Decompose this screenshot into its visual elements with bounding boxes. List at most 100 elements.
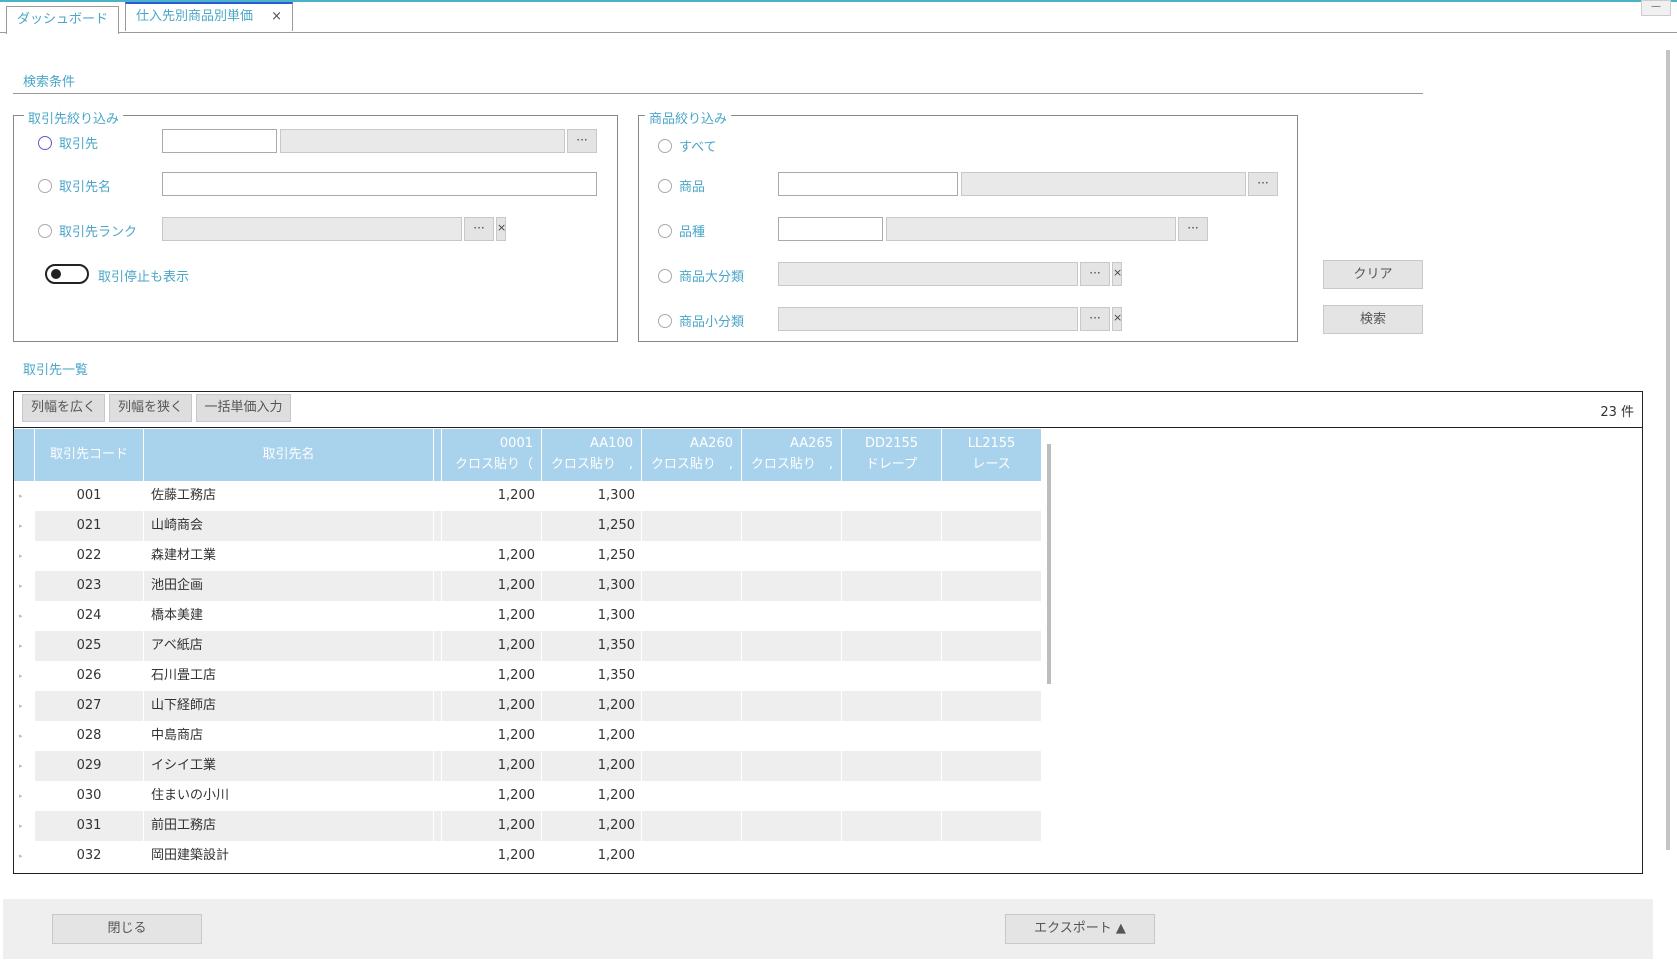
narrow-columns-button[interactable]: 列幅を狭く bbox=[109, 394, 192, 422]
cell-p2[interactable]: 1,350 bbox=[542, 631, 642, 661]
radio-minor-category[interactable]: 商品小分類 bbox=[658, 311, 744, 330]
cell-p4[interactable] bbox=[742, 511, 842, 541]
cell-p1[interactable]: 1,200 bbox=[442, 781, 542, 811]
cell-p5[interactable] bbox=[842, 751, 942, 781]
search-button[interactable]: 検索 bbox=[1323, 305, 1423, 334]
radio-supplier-rank-circle[interactable] bbox=[38, 223, 52, 238]
bulk-price-entry-button[interactable]: 一括単価入力 bbox=[196, 394, 291, 422]
cell-p5[interactable] bbox=[842, 511, 942, 541]
page-vertical-scrollbar[interactable] bbox=[1664, 40, 1672, 870]
cell-p1[interactable]: 1,200 bbox=[442, 631, 542, 661]
header-product-aa100[interactable]: AA100 クロス貼り , bbox=[542, 429, 642, 481]
cell-p3[interactable] bbox=[642, 541, 742, 571]
widen-columns-button[interactable]: 列幅を広く bbox=[22, 394, 105, 422]
cell-p5[interactable] bbox=[842, 661, 942, 691]
header-supplier-code[interactable]: 取引先コード bbox=[35, 429, 144, 481]
radio-supplier[interactable]: 取引先 bbox=[38, 133, 98, 152]
table-row[interactable]: ▸ 029 イシイ工業 1,200 1,200 bbox=[14, 751, 1042, 781]
cell-p4[interactable] bbox=[742, 721, 842, 751]
cell-p1[interactable]: 1,200 bbox=[442, 541, 542, 571]
table-row[interactable]: ▸ 026 石川畳工店 1,200 1,350 bbox=[14, 661, 1042, 691]
cell-p2[interactable]: 1,350 bbox=[542, 661, 642, 691]
cell-code[interactable]: 026 bbox=[35, 661, 144, 691]
cell-p1[interactable]: 1,200 bbox=[442, 691, 542, 721]
supplier-name-input[interactable] bbox=[162, 172, 597, 196]
supplier-rank-clear-button[interactable]: × bbox=[496, 217, 506, 241]
table-row[interactable]: ▸ 032 岡田建築設計 1,200 1,200 bbox=[14, 841, 1042, 871]
cell-name[interactable]: 住まいの小川 bbox=[144, 781, 434, 811]
cell-p6[interactable] bbox=[942, 571, 1042, 601]
table-row[interactable]: ▸ 027 山下経師店 1,200 1,200 bbox=[14, 691, 1042, 721]
cell-p1[interactable]: 1,200 bbox=[442, 601, 542, 631]
cell-p2[interactable]: 1,250 bbox=[542, 511, 642, 541]
cell-p4[interactable] bbox=[742, 841, 842, 871]
radio-all-circle[interactable] bbox=[658, 138, 672, 153]
cell-name[interactable]: イシイ工業 bbox=[144, 751, 434, 781]
cell-p5[interactable] bbox=[842, 811, 942, 841]
header-supplier-name[interactable]: 取引先名 bbox=[144, 429, 434, 481]
radio-minor-category-circle[interactable] bbox=[658, 313, 672, 328]
major-category-lookup-button[interactable]: ··· bbox=[1080, 262, 1110, 286]
product-code-input[interactable] bbox=[778, 172, 958, 196]
table-row[interactable]: ▸ 022 森建材工業 1,200 1,250 bbox=[14, 541, 1042, 571]
table-row[interactable]: ▸ 021 山崎商会 1,250 bbox=[14, 511, 1042, 541]
cell-p6[interactable] bbox=[942, 541, 1042, 571]
cell-code[interactable]: 028 bbox=[35, 721, 144, 751]
cell-p6[interactable] bbox=[942, 751, 1042, 781]
cell-p6[interactable] bbox=[942, 811, 1042, 841]
cell-p5[interactable] bbox=[842, 571, 942, 601]
cell-code[interactable]: 025 bbox=[35, 631, 144, 661]
cell-p4[interactable] bbox=[742, 601, 842, 631]
cell-p3[interactable] bbox=[642, 751, 742, 781]
show-suspended-toggle[interactable] bbox=[45, 264, 89, 284]
grid-vertical-scrollbar[interactable] bbox=[1045, 429, 1053, 873]
tab-supplier-product-price[interactable]: 仕入先別商品別単価 × bbox=[125, 2, 294, 31]
cell-name[interactable]: 森建材工業 bbox=[144, 541, 434, 571]
cell-p3[interactable] bbox=[642, 481, 742, 511]
header-product-aa265[interactable]: AA265 クロス貼り , bbox=[742, 429, 842, 481]
table-row[interactable]: ▸ 024 橋本美建 1,200 1,300 bbox=[14, 601, 1042, 631]
close-tab-icon[interactable]: × bbox=[271, 9, 282, 24]
cell-code[interactable]: 021 bbox=[35, 511, 144, 541]
cell-p5[interactable] bbox=[842, 841, 942, 871]
header-product-0001[interactable]: 0001 クロス貼り（ bbox=[442, 429, 542, 481]
radio-supplier-name-circle[interactable] bbox=[38, 178, 52, 193]
cell-p3[interactable] bbox=[642, 841, 742, 871]
cell-p5[interactable] bbox=[842, 721, 942, 751]
cell-p3[interactable] bbox=[642, 511, 742, 541]
cell-p2[interactable]: 1,200 bbox=[542, 811, 642, 841]
cell-name[interactable]: 山崎商会 bbox=[144, 511, 434, 541]
cell-p2[interactable]: 1,300 bbox=[542, 571, 642, 601]
cell-p3[interactable] bbox=[642, 661, 742, 691]
variety-lookup-button[interactable]: ··· bbox=[1178, 217, 1208, 241]
cell-p4[interactable] bbox=[742, 541, 842, 571]
header-product-ll2155[interactable]: LL2155 レース bbox=[942, 429, 1042, 481]
header-product-dd2155[interactable]: DD2155 ドレープ bbox=[842, 429, 942, 481]
cell-p1[interactable] bbox=[442, 511, 542, 541]
page-scroll-thumb[interactable] bbox=[1666, 50, 1670, 850]
cell-p6[interactable] bbox=[942, 841, 1042, 871]
cell-p6[interactable] bbox=[942, 661, 1042, 691]
cell-code[interactable]: 022 bbox=[35, 541, 144, 571]
cell-p4[interactable] bbox=[742, 811, 842, 841]
cell-p6[interactable] bbox=[942, 721, 1042, 751]
cell-p2[interactable]: 1,250 bbox=[542, 541, 642, 571]
cell-p3[interactable] bbox=[642, 811, 742, 841]
clear-button[interactable]: クリア bbox=[1323, 260, 1423, 289]
radio-product[interactable]: 商品 bbox=[658, 176, 705, 195]
cell-p3[interactable] bbox=[642, 571, 742, 601]
radio-variety-circle[interactable] bbox=[658, 223, 672, 238]
cell-p2[interactable]: 1,200 bbox=[542, 751, 642, 781]
cell-p3[interactable] bbox=[642, 601, 742, 631]
minor-category-clear-button[interactable]: × bbox=[1112, 307, 1122, 331]
close-button[interactable]: 閉じる bbox=[52, 914, 202, 944]
cell-name[interactable]: 石川畳工店 bbox=[144, 661, 434, 691]
table-row[interactable]: ▸ 001 佐藤工務店 1,200 1,300 bbox=[14, 481, 1042, 511]
cell-p6[interactable] bbox=[942, 691, 1042, 721]
header-splitter[interactable] bbox=[434, 429, 442, 481]
cell-name[interactable]: アベ紙店 bbox=[144, 631, 434, 661]
cell-p5[interactable] bbox=[842, 631, 942, 661]
cell-code[interactable]: 031 bbox=[35, 811, 144, 841]
cell-p4[interactable] bbox=[742, 781, 842, 811]
minimize-button[interactable]: — bbox=[1641, 0, 1671, 16]
